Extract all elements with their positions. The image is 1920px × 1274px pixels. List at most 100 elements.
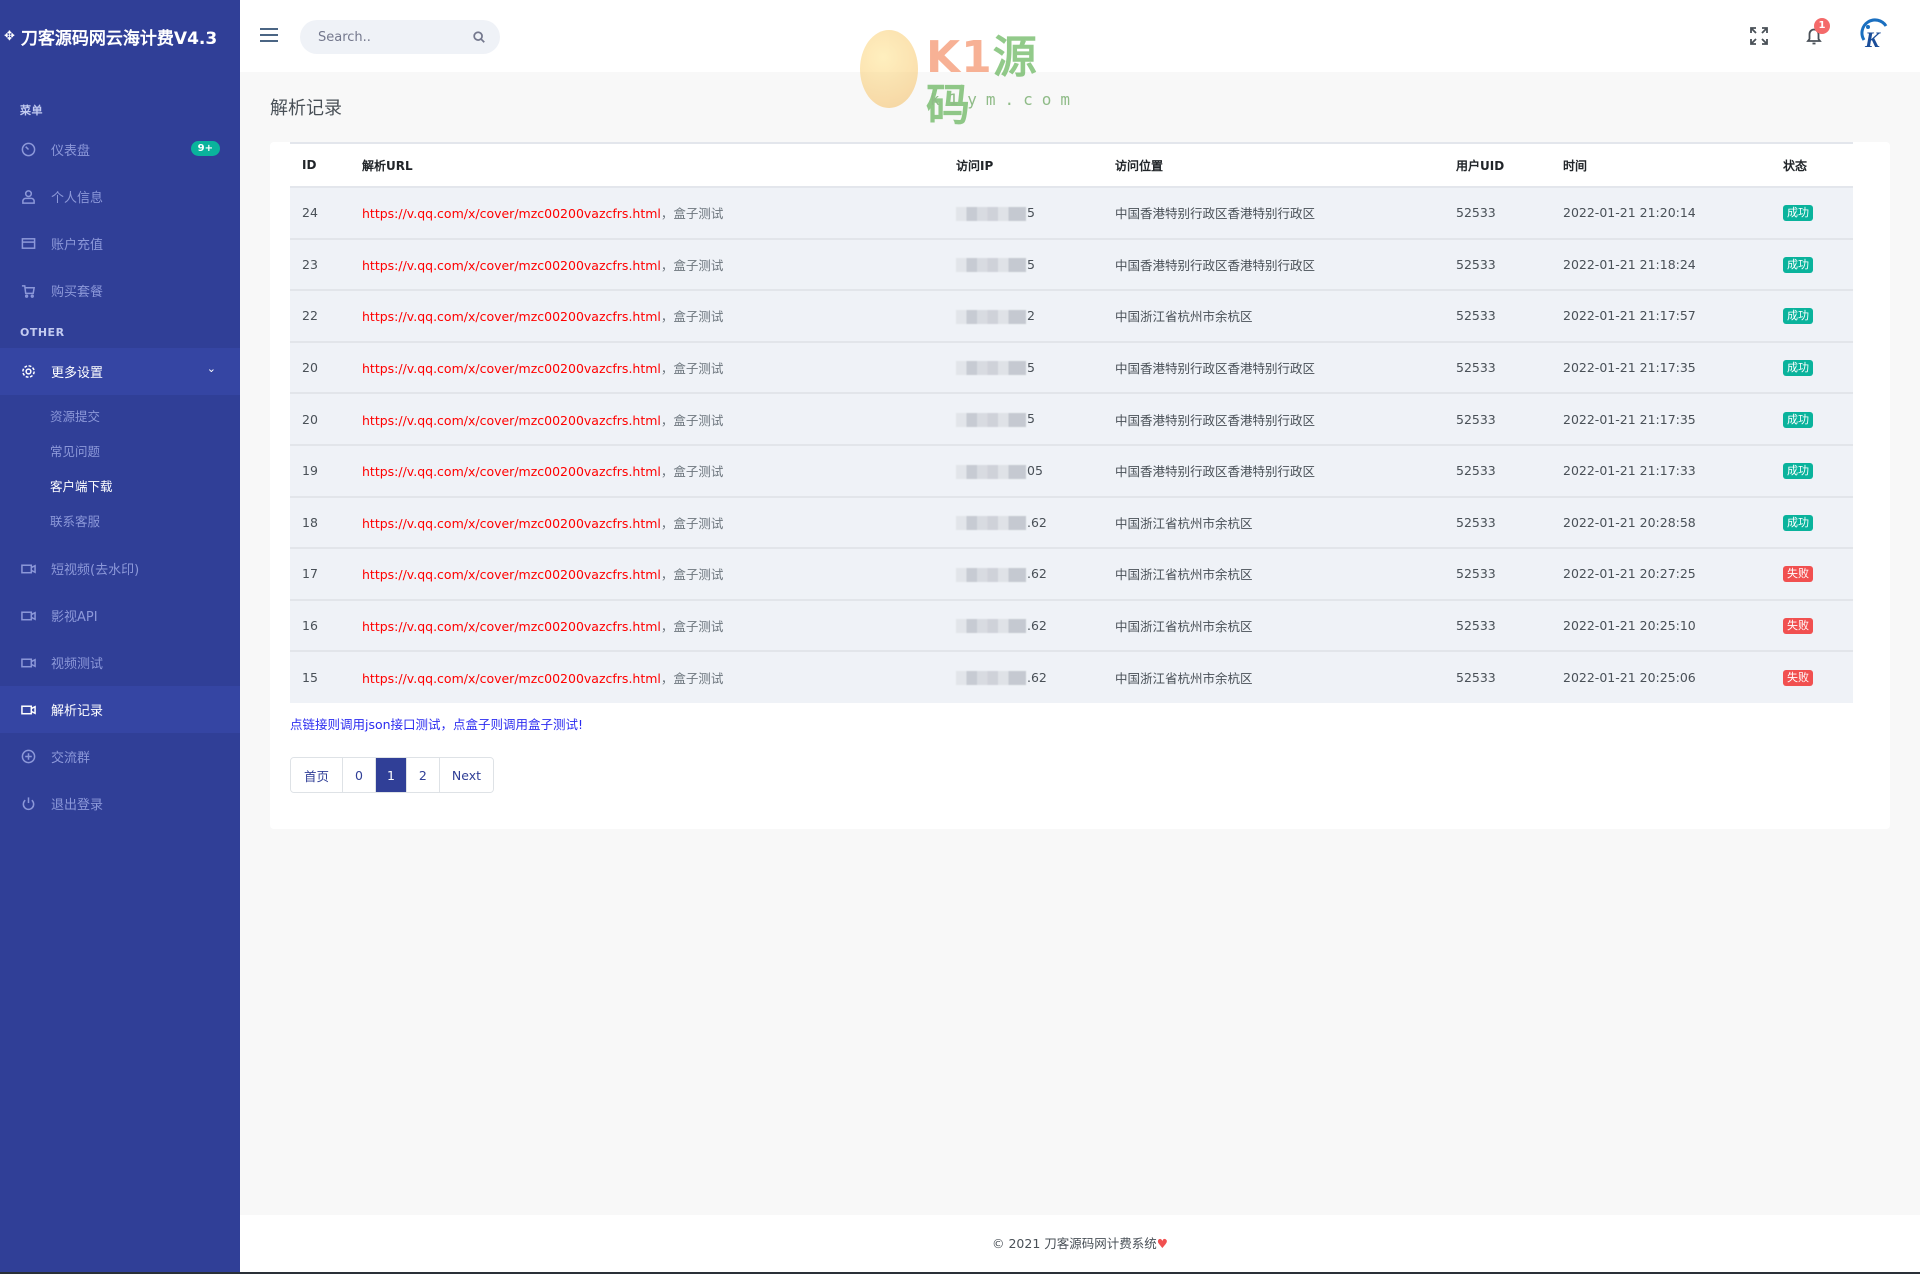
power-icon — [20, 796, 36, 812]
usage-note: 点链接则调用json接口测试，点盒子则调用盒子测试! — [290, 717, 584, 732]
url-link[interactable]: https://v.qq.com/x/cover/mzc00200vazcfrs… — [362, 413, 661, 428]
sidebar-item-label: 短视频(去水印) — [51, 563, 140, 578]
url-link[interactable]: https://v.qq.com/x/cover/mzc00200vazcfrs… — [362, 619, 661, 634]
cell-time: 2022-01-21 21:17:57 — [1563, 308, 1696, 324]
box-test-link[interactable]: 盒子测试 — [673, 516, 723, 531]
box-test-link[interactable]: 盒子测试 — [673, 413, 723, 428]
cart-icon — [20, 283, 36, 299]
brand[interactable]: ✥ 刀客源码网云海计费V4.3 — [0, 0, 240, 72]
pagination: 首页 0 1 2 Next — [290, 757, 494, 793]
cell-ip: 05 — [944, 445, 1103, 497]
video-icon — [20, 655, 36, 671]
box-test-link[interactable]: 盒子测试 — [673, 258, 723, 273]
cell-uid: 52533 — [1456, 256, 1496, 272]
box-test-link[interactable]: 盒子测试 — [673, 619, 723, 634]
menu-toggle-icon[interactable] — [260, 28, 278, 42]
page-1-button[interactable]: 1 — [374, 758, 406, 792]
url-separator: ， — [660, 412, 674, 428]
cell-id: 20 — [302, 411, 318, 427]
page-first-button[interactable]: 首页 — [291, 758, 343, 792]
card-icon — [20, 236, 36, 252]
cell-time: 2022-01-21 21:17:35 — [1563, 360, 1696, 376]
sidebar-item-group-chat[interactable]: 交流群 — [0, 733, 240, 780]
cell-status: 成功 — [1771, 393, 1853, 445]
url-link[interactable]: https://v.qq.com/x/cover/mzc00200vazcfrs… — [362, 206, 661, 221]
column-header-ip: 访问IP — [956, 158, 994, 173]
cell-uid: 52533 — [1456, 360, 1496, 376]
video-icon — [20, 608, 36, 624]
table-row: 16 https://v.qq.com/x/cover/mzc00200vazcf… — [290, 599, 1853, 652]
fullscreen-icon[interactable] — [1747, 24, 1771, 48]
box-test-link[interactable]: 盒子测试 — [673, 567, 723, 582]
submenu-item-resource-submit[interactable]: 资源提交 — [0, 399, 240, 434]
url-separator: ， — [660, 515, 674, 531]
sidebar-item-logout[interactable]: 退出登录 — [0, 780, 240, 827]
ip-redaction-mask — [956, 516, 1026, 531]
url-link[interactable]: https://v.qq.com/x/cover/mzc00200vazcfrs… — [362, 567, 661, 582]
notification-bell-icon[interactable]: 1 — [1802, 18, 1830, 48]
page-2-button[interactable]: 2 — [405, 758, 439, 792]
ip-redaction-mask — [956, 464, 1026, 479]
page-0-button[interactable]: 0 — [342, 758, 375, 792]
sidebar-item-video-api[interactable]: 影视API — [0, 592, 240, 639]
url-link[interactable]: https://v.qq.com/x/cover/mzc00200vazcfrs… — [362, 361, 661, 376]
sidebar-item-dashboard[interactable]: 仪表盘 9+ — [0, 126, 240, 173]
submenu-item-client-download[interactable]: 客户端下载 — [0, 469, 240, 504]
sidebar-item-profile[interactable]: 个人信息 — [0, 173, 240, 220]
url-link[interactable]: https://v.qq.com/x/cover/mzc00200vazcfrs… — [362, 258, 661, 273]
box-test-link[interactable]: 盒子测试 — [673, 309, 723, 324]
box-test-link[interactable]: 盒子测试 — [673, 361, 723, 376]
sidebar-item-buy-package[interactable]: 购买套餐 — [0, 267, 240, 314]
table-row: 15 https://v.qq.com/x/cover/mzc00200vazcf… — [290, 651, 1853, 703]
submenu-item-faq[interactable]: 常见问题 — [0, 434, 240, 469]
ip-suffix: .62 — [1027, 514, 1047, 530]
url-link[interactable]: https://v.qq.com/x/cover/mzc00200vazcfrs… — [362, 671, 661, 686]
footer-copyright: © 2021 刀客源码网计费系统 — [992, 1236, 1157, 1251]
table-row: 20 https://v.qq.com/x/cover/mzc00200vazcf… — [290, 393, 1853, 445]
status-badge: 成功 — [1783, 411, 1813, 428]
watermark-emblem — [860, 30, 918, 108]
sidebar-item-recharge[interactable]: 账户充值 — [0, 220, 240, 267]
menu-section-title-other: OTHER — [20, 326, 65, 339]
box-test-link[interactable]: 盒子测试 — [673, 464, 723, 479]
box-test-link[interactable]: 盒子测试 — [673, 671, 723, 686]
page-next-button[interactable]: Next — [438, 758, 493, 792]
search-input[interactable] — [318, 29, 458, 45]
avatar[interactable]: K — [1858, 18, 1894, 54]
sidebar: ✥ 刀客源码网云海计费V4.3 菜单 仪表盘 9+ 个人信息 账户充值 购买套餐… — [0, 0, 240, 1274]
url-separator: ， — [660, 257, 674, 273]
status-badge: 成功 — [1783, 463, 1813, 480]
cell-url: https://v.qq.com/x/cover/mzc00200vazcfrs… — [350, 600, 944, 652]
url-link[interactable]: https://v.qq.com/x/cover/mzc00200vazcfrs… — [362, 309, 661, 324]
submenu-item-contact-support[interactable]: 联系客服 — [0, 504, 240, 539]
cell-id: 20 — [302, 360, 318, 376]
column-header-time: 时间 — [1563, 158, 1588, 173]
url-separator: ， — [660, 309, 674, 325]
cell-id: 16 — [302, 618, 318, 634]
sidebar-item-more-settings[interactable]: 更多设置 ⌄ — [0, 348, 240, 395]
cell-url: https://v.qq.com/x/cover/mzc00200vazcfrs… — [350, 651, 944, 703]
sidebar-item-label: 解析记录 — [51, 704, 104, 719]
status-badge: 成功 — [1783, 360, 1813, 377]
column-header-location: 访问位置 — [1115, 158, 1164, 173]
cell-id: 15 — [302, 670, 318, 686]
url-link[interactable]: https://v.qq.com/x/cover/mzc00200vazcfrs… — [362, 464, 661, 479]
sidebar-item-label: 更多设置 — [51, 366, 104, 381]
cell-status: 成功 — [1771, 290, 1853, 342]
sidebar-item-label: 账户充值 — [51, 238, 104, 253]
cell-status: 成功 — [1771, 497, 1853, 549]
url-link[interactable]: https://v.qq.com/x/cover/mzc00200vazcfrs… — [362, 516, 661, 531]
search-icon[interactable] — [472, 30, 486, 44]
cell-location: 中国香港特别行政区香港特别行政区 — [1115, 206, 1316, 222]
box-test-link[interactable]: 盒子测试 — [673, 206, 723, 221]
ip-redaction-mask — [956, 671, 1026, 686]
sidebar-item-parse-records[interactable]: 解析记录 — [0, 686, 240, 733]
cell-ip: 5 — [944, 187, 1103, 239]
user-icon — [20, 189, 36, 205]
cell-ip: 5 — [944, 393, 1103, 445]
sidebar-item-short-video[interactable]: 短视频(去水印) — [0, 545, 240, 592]
ip-redaction-mask — [956, 619, 1026, 634]
search-box — [300, 20, 500, 54]
ip-redaction-mask — [956, 206, 1026, 221]
sidebar-item-video-test[interactable]: 视频测试 — [0, 639, 240, 686]
